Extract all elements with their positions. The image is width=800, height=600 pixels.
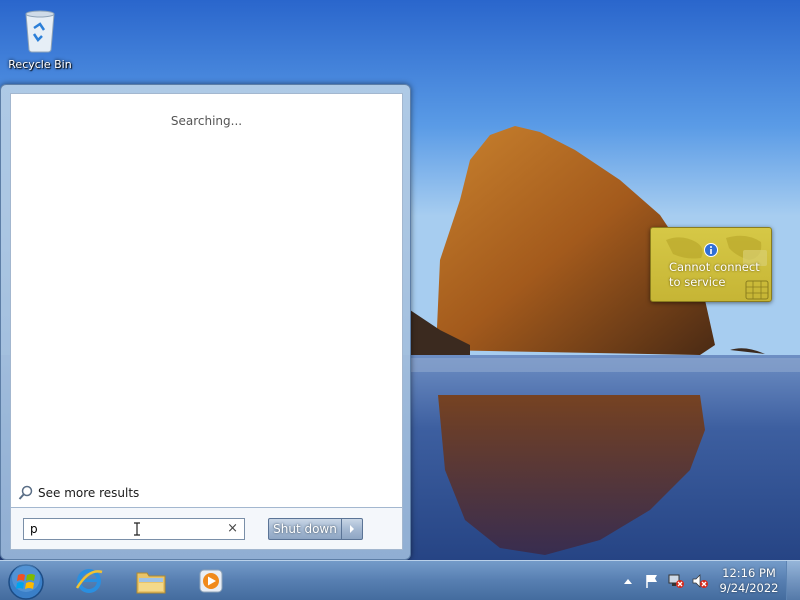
- clear-search-icon[interactable]: ×: [227, 521, 238, 536]
- clock-time: 12:16 PM: [722, 566, 776, 580]
- searching-status: Searching...: [170, 114, 243, 128]
- network-status[interactable]: [667, 572, 685, 590]
- shutdown-options-arrow[interactable]: [342, 518, 363, 540]
- folder-icon: [136, 572, 166, 594]
- show-hidden-icons-button[interactable]: [619, 572, 637, 590]
- start-search-box[interactable]: ×: [23, 518, 245, 540]
- recycle-bin-label: Recycle Bin: [8, 58, 72, 71]
- ie-icon: [75, 569, 103, 593]
- windows-logo-icon: [8, 564, 44, 600]
- clock-date: 9/24/2022: [719, 581, 779, 595]
- start-menu-bottom-bar: × Shut down: [10, 508, 403, 550]
- volume-muted-icon: [692, 574, 708, 588]
- start-button[interactable]: [7, 563, 45, 600]
- recycle-bin-icon: [25, 10, 55, 53]
- notification-balloon[interactable]: Cannot connect to service: [650, 227, 772, 302]
- info-icon: [704, 243, 718, 257]
- notification-area: 12:16 PM 9/24/2022: [616, 561, 800, 600]
- desktop-icon-recycle-bin[interactable]: Recycle Bin: [6, 6, 74, 76]
- balloon-message: Cannot connect to service: [669, 260, 760, 289]
- taskbar: 12:16 PM 9/24/2022: [0, 560, 800, 600]
- volume-control[interactable]: [691, 572, 709, 590]
- text-cursor-icon: [134, 522, 140, 536]
- taskbar-windows-explorer[interactable]: [123, 564, 179, 598]
- show-desktop-button[interactable]: [786, 561, 800, 600]
- see-more-results-label: See more results: [38, 486, 140, 500]
- search-results-pane: Searching... See more results: [10, 93, 403, 508]
- taskbar-internet-explorer[interactable]: [61, 564, 117, 598]
- flag-icon: [646, 575, 657, 588]
- network-error-icon: [668, 574, 684, 588]
- magnifier-icon: [18, 485, 33, 500]
- shutdown-button[interactable]: Shut down: [268, 518, 342, 540]
- chevron-up-icon: [624, 579, 632, 584]
- see-more-results-link[interactable]: See more results: [18, 485, 139, 501]
- media-player-icon: [199, 569, 223, 593]
- shutdown-control: Shut down: [268, 518, 363, 540]
- action-center-flag[interactable]: [643, 572, 661, 590]
- search-input[interactable]: [30, 522, 210, 536]
- taskbar-media-player[interactable]: [183, 564, 239, 598]
- start-menu: Searching... See more results × Shut dow…: [0, 84, 411, 560]
- chevron-right-icon: [350, 525, 354, 533]
- taskbar-clock[interactable]: 12:16 PM 9/24/2022: [712, 566, 786, 596]
